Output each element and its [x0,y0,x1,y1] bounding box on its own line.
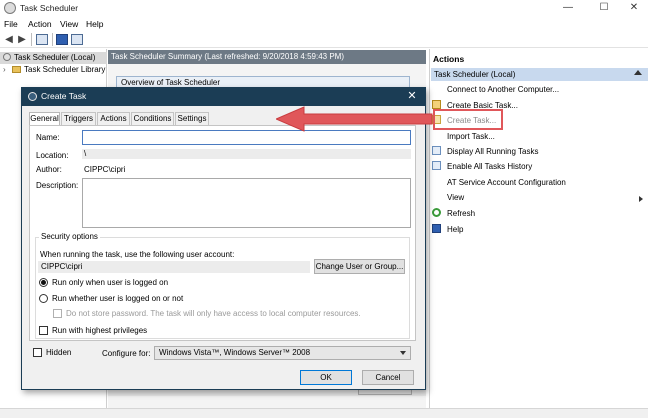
maximize-button[interactable]: ☐ [590,0,618,17]
location-field [82,149,411,159]
change-user-or-group-button[interactable]: Change User or Group... [314,259,405,274]
name-label: Name: [36,133,60,142]
collapse-arrow-icon[interactable] [634,70,642,75]
toolbar-separator [52,33,53,46]
help-toolbar-icon[interactable] [56,34,68,45]
user-account-value: CIPPC\cipri [41,262,83,271]
show-hide-console-tree-icon[interactable] [36,34,48,45]
title-bar [0,0,648,17]
tab-actions[interactable]: Actions [97,112,130,125]
submenu-arrow-icon [639,196,643,202]
chevron-right-icon[interactable]: › [3,64,9,76]
running-tasks-icon [432,146,441,155]
ok-button[interactable]: OK [300,370,352,385]
hidden-label: Hidden [46,348,72,357]
show-hide-action-pane-icon[interactable] [71,34,83,45]
author-label: Author: [36,165,62,174]
blank-icon [432,177,441,186]
author-value: CIPPC\cipri [84,165,126,174]
action-help[interactable]: Help [432,224,463,236]
toolbar-separator [31,33,32,46]
dialog-title: Create Task [41,91,87,101]
action-import-task[interactable]: Import Task... [432,131,495,143]
window-title: Task Scheduler [20,3,79,13]
action-at-service-account-configuration[interactable]: AT Service Account Configuration [432,177,566,189]
radio-selected-dot [41,280,46,285]
configure-for-label: Configure for: [102,349,151,358]
clock-icon [28,92,37,101]
action-enable-all-tasks-history[interactable]: Enable All Tasks History [432,161,532,173]
cancel-button[interactable]: Cancel [362,370,414,385]
minimize-button[interactable]: — [554,0,582,17]
hidden-checkbox[interactable] [33,348,42,357]
tab-settings[interactable]: Settings [175,112,209,125]
chevron-down-icon [400,351,406,355]
connect-icon [432,84,441,93]
menu-view[interactable]: View [60,19,78,29]
blank-icon [432,192,441,201]
annotation-arrow-icon [276,106,433,132]
highest-privileges-checkbox[interactable] [39,326,48,335]
red-arrow-shape [276,106,433,132]
highest-privileges-label: Run with highest privileges [52,326,148,335]
security-options-legend: Security options [39,232,100,241]
description-label: Description: [36,181,79,190]
tree-item-label: Task Scheduler Library [24,65,106,74]
run-only-logged-on-radio[interactable] [39,278,48,287]
description-textarea[interactable] [82,178,411,228]
run-whether-logged-on-radio[interactable] [39,294,48,303]
clock-icon [3,53,11,61]
tab-triggers[interactable]: Triggers [61,112,96,125]
forward-icon[interactable]: ▶ [16,34,28,45]
run-only-logged-on-label: Run only when user is logged on [52,278,169,287]
run-whether-logged-on-label: Run whether user is logged on or not [52,294,184,303]
user-account-prompt: When running the task, use the following… [40,250,235,259]
toolbar [0,31,648,48]
do-not-store-password-label: Do not store password. The task will onl… [66,309,361,318]
location-value: \ [84,149,87,158]
menu-file[interactable]: File [4,19,18,29]
create-task-highlight [433,109,503,130]
action-view[interactable]: View [432,192,464,204]
menu-help[interactable]: Help [86,19,103,29]
actions-group-header[interactable]: Task Scheduler (Local) [431,68,648,81]
tree-item-task-scheduler-library[interactable]: › Task Scheduler Library [0,64,107,76]
help-icon [432,224,441,233]
do-not-store-password-checkbox[interactable] [53,309,62,318]
tree-item-task-scheduler-local[interactable]: Task Scheduler (Local) [0,52,107,64]
menu-action[interactable]: Action [28,19,52,29]
close-window-button[interactable]: ✕ [620,0,648,17]
tree-item-label: Task Scheduler (Local) [14,53,96,62]
action-display-all-running-tasks[interactable]: Display All Running Tasks [432,146,538,158]
dialog-close-icon[interactable]: ✕ [404,89,420,104]
folder-icon [12,66,21,73]
task-scheduler-icon [4,2,16,14]
action-connect-to-another-computer[interactable]: Connect to Another Computer... [432,84,559,96]
status-strip [0,408,648,418]
action-refresh[interactable]: Refresh [432,208,475,220]
location-label: Location: [36,151,69,160]
actions-title: Actions [433,54,465,64]
configure-for-select[interactable]: Windows Vista™, Windows Server™ 2008 [154,346,411,360]
refresh-icon [432,208,441,217]
history-icon [432,161,441,170]
tab-general[interactable]: General [29,112,60,126]
import-icon [432,131,441,140]
tab-conditions[interactable]: Conditions [131,112,174,125]
back-icon[interactable]: ◀ [3,34,15,45]
summary-header: Task Scheduler Summary (Last refreshed: … [108,50,426,64]
name-input[interactable] [82,130,411,145]
